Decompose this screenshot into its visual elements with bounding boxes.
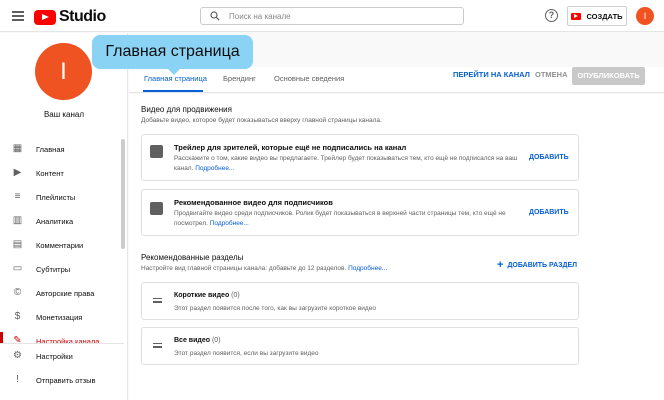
studio-logo[interactable]: Studio — [34, 8, 106, 26]
trailer-title: Трейлер для зрителей, которые ещё не под… — [174, 143, 407, 152]
featured-video-desc-line2: посмотрел. — [174, 220, 208, 227]
video-spotlight-subtitle: Добавьте видео, которое будет показывать… — [141, 117, 382, 124]
playlist-icon: ≡ — [14, 191, 21, 202]
featured-video-desc: Продвигайте видео среди подписчиков. Рол… — [174, 209, 534, 229]
sidebar-item-dashboard[interactable]: ▦ Главная — [0, 137, 124, 161]
search-icon — [210, 11, 220, 21]
sidebar-item-monetization[interactable]: $ Монетизация — [0, 305, 124, 329]
tab-tooltip: Главная страница — [92, 35, 253, 75]
view-channel-button[interactable]: ПЕРЕЙТИ НА КАНАЛ — [453, 70, 530, 79]
sidebar-item-settings[interactable]: ⚙ Настройки — [0, 344, 124, 368]
feedback-icon: ! — [16, 374, 19, 385]
add-featured-video-button[interactable]: ДОБАВИТЬ — [529, 209, 569, 216]
customization-tabs: Главная страница Брендинг Основные сведе… — [129, 67, 664, 93]
section-count: (0) — [231, 292, 240, 299]
youtube-logo-icon — [34, 9, 56, 25]
section-count: (0) — [211, 337, 221, 344]
section-title-text: Все видео — [174, 337, 211, 344]
sidebar-item-label: Субтитры — [36, 264, 71, 274]
comments-icon: ▤ — [12, 239, 23, 250]
sidebar-item-subtitles[interactable]: ▭ Субтитры — [0, 257, 124, 281]
sidebar-item-label: Комментарии — [36, 240, 84, 250]
sidebar-item-label: Плейлисты — [36, 192, 76, 202]
featured-sections-subtitle-text: Настройте вид главной страницы канала: д… — [141, 265, 347, 272]
monetization-icon: $ — [14, 311, 21, 322]
plus-icon: + — [497, 259, 504, 271]
featured-sections-subtitle: Настройте вид главной страницы канала: д… — [141, 265, 387, 272]
drag-handle-icon[interactable] — [153, 343, 162, 350]
account-avatar[interactable]: I — [636, 7, 654, 25]
analytics-icon: ▥ — [12, 215, 23, 226]
trailer-learn-more-link[interactable]: Подробнее... — [195, 165, 234, 172]
sidebar-item-content[interactable]: ▶ Контент — [0, 161, 124, 185]
subtitles-icon: ▭ — [12, 263, 23, 274]
tab-basic-info[interactable]: Основные сведения — [274, 74, 344, 83]
section-title-text: Короткие видео — [174, 292, 230, 299]
menu-icon[interactable] — [12, 11, 24, 21]
featured-sections-learn-more-link[interactable]: Подробнее... — [348, 265, 387, 272]
add-section-label: ДОБАВИТЬ РАЗДЕЛ — [507, 262, 578, 269]
create-label: СОЗДАТЬ — [586, 11, 623, 21]
sidebar-item-label: Аналитика — [36, 216, 74, 226]
sidebar-item-label: Настройки — [36, 351, 73, 361]
video-trailer-icon — [150, 145, 163, 158]
trailer-desc-line2: канал. — [174, 165, 194, 172]
section-row[interactable]: Все видео (0) Этот раздел появится, если… — [141, 327, 579, 365]
cancel-button[interactable]: ОТМЕНА — [535, 70, 568, 79]
sidebar-item-feedback[interactable]: ! Отправить отзыв — [0, 368, 124, 392]
featured-video-desc-line1: Продвигайте видео среди подписчиков. Рол… — [174, 210, 506, 217]
sidebar-item-comments[interactable]: ▤ Комментарии — [0, 233, 124, 257]
section-title: Все видео (0) — [174, 337, 221, 344]
sidebar-item-label: Авторские права — [36, 288, 95, 298]
sidebar-bottom-nav: ⚙ Настройки ! Отправить отзыв — [0, 343, 124, 392]
sidebar-item-label: Контент — [36, 168, 64, 178]
trailer-card: Трейлер для зрителей, которые ещё не под… — [141, 134, 579, 181]
sidebar-item-analytics[interactable]: ▥ Аналитика — [0, 209, 124, 233]
app-title: Studio — [59, 8, 106, 25]
section-desc: Этот раздел появится после того, как вы … — [174, 305, 376, 312]
tab-home[interactable]: Главная страница — [144, 74, 207, 83]
sidebar-scrollbar[interactable] — [121, 139, 125, 249]
sidebar: I Ваш канал ▦ Главная ▶ Контент ≡ Плейлисты… — [0, 33, 128, 400]
sidebar-item-label: Отправить отзыв — [36, 375, 96, 385]
trailer-desc: Расскажите о том, какие видео вы предлаг… — [174, 154, 534, 174]
section-row[interactable]: Короткие видео (0) Этот раздел появится … — [141, 282, 579, 320]
featured-video-title: Рекомендованное видео для подписчиков — [174, 198, 333, 207]
top-bar: Studio ? СОЗДАТЬ I — [0, 0, 664, 32]
featured-sections-title: Рекомендованные разделы — [141, 253, 244, 262]
sidebar-item-playlists[interactable]: ≡ Плейлисты — [0, 185, 124, 209]
active-tab-indicator — [143, 90, 203, 92]
section-desc: Этот раздел появится, если вы загрузите … — [174, 350, 319, 357]
copyright-icon: © — [13, 287, 22, 298]
add-section-button[interactable]: + ДОБАВИТЬ РАЗДЕЛ — [497, 259, 577, 271]
search-input[interactable] — [229, 9, 459, 23]
channel-label: Ваш канал — [43, 110, 85, 119]
trailer-desc-line1: Расскажите о том, какие видео вы предлаг… — [174, 155, 518, 162]
publish-button[interactable]: ОПУБЛИКОВАТЬ — [572, 67, 645, 85]
gear-icon: ⚙ — [13, 350, 22, 361]
channel-avatar[interactable]: I — [35, 43, 92, 100]
video-spotlight-title: Видео для продвижения — [141, 105, 232, 114]
main-content: Видео для продвижения Добавьте видео, ко… — [129, 94, 664, 400]
featured-video-icon — [150, 202, 163, 215]
sidebar-item-copyright[interactable]: © Авторские права — [0, 281, 124, 305]
search-box[interactable] — [200, 7, 464, 25]
content-icon: ▶ — [13, 167, 22, 178]
add-trailer-button[interactable]: ДОБАВИТЬ — [529, 154, 569, 161]
featured-video-learn-more-link[interactable]: Подробнее... — [210, 220, 249, 227]
drag-handle-icon[interactable] — [153, 298, 162, 305]
sidebar-item-label: Монетизация — [36, 312, 83, 322]
create-button[interactable]: СОЗДАТЬ — [567, 6, 627, 26]
sidebar-nav: ▦ Главная ▶ Контент ≡ Плейлисты ▥ Аналитика … — [0, 137, 124, 353]
dashboard-icon: ▦ — [12, 143, 23, 154]
sidebar-item-label: Главная — [36, 144, 65, 154]
tab-branding[interactable]: Брендинг — [223, 74, 256, 83]
featured-video-card: Рекомендованное видео для подписчиков Пр… — [141, 189, 579, 236]
create-camera-icon — [571, 12, 582, 20]
help-icon[interactable]: ? — [545, 9, 558, 22]
section-title: Короткие видео (0) — [174, 292, 240, 299]
